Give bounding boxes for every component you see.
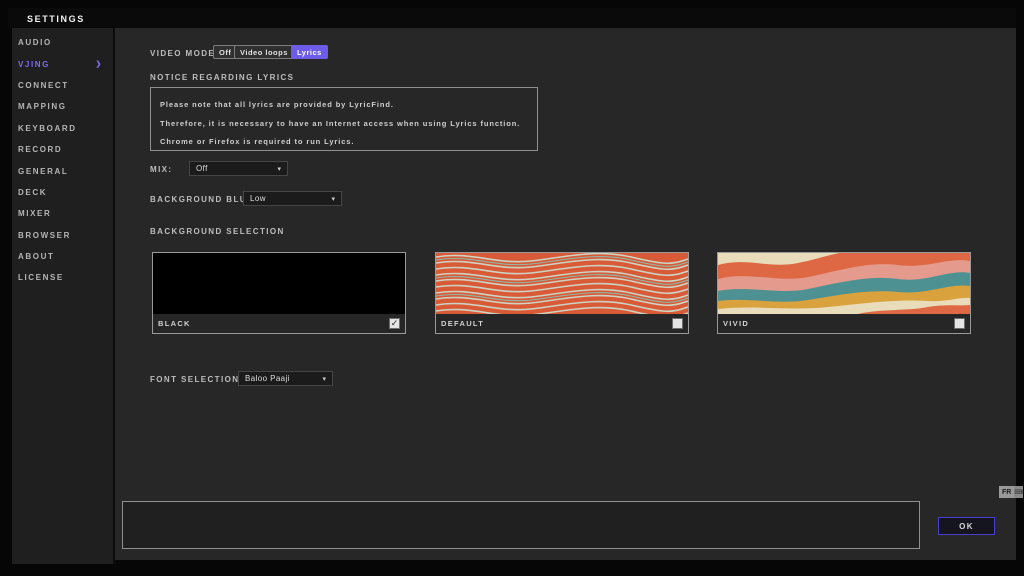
font-selection-value: Baloo Paaji — [245, 374, 290, 383]
background-blur-label: BACKGROUND BLUR — [150, 195, 254, 204]
sidebar-item-vjing[interactable]: VJING ❯ — [12, 53, 113, 74]
sidebar-item-keyboard[interactable]: KEYBOARD — [12, 118, 113, 139]
default-thumbnail-image — [436, 253, 688, 314]
background-option-vivid[interactable]: VIVID — [717, 252, 971, 334]
font-selection-label: FONT SELECTION: — [150, 375, 243, 384]
vivid-thumbnail-image — [718, 253, 970, 314]
sidebar-item-general[interactable]: GENERAL — [12, 160, 113, 181]
background-blur-value: Low — [250, 194, 266, 203]
notice-label: NOTICE REGARDING LYRICS — [150, 73, 294, 82]
default-checkbox[interactable] — [672, 318, 683, 329]
settings-sidebar: AUDIO VJING ❯ CONNECT MAPPING KEYBOARD R… — [12, 28, 115, 564]
video-mode-lyrics-button[interactable]: Lyrics — [291, 45, 328, 59]
language-indicator[interactable]: FR ⌨ — [999, 486, 1023, 498]
ok-button[interactable]: OK — [938, 517, 995, 535]
title-bar: SETTINGS — [8, 8, 1016, 28]
background-option-default[interactable]: DEFAULT — [435, 252, 689, 334]
settings-window: SETTINGS AUDIO VJING ❯ CONNECT MAPPING K… — [0, 0, 1024, 576]
sidebar-item-record[interactable]: RECORD — [12, 139, 113, 160]
window-title: SETTINGS — [27, 14, 85, 24]
chevron-down-icon: ▾ — [277, 165, 281, 173]
chevron-down-icon: ▾ — [331, 195, 335, 203]
black-checkbox[interactable]: ✓ — [389, 318, 400, 329]
black-thumbnail-label: BLACK — [158, 319, 191, 328]
black-thumbnail-image — [153, 253, 405, 314]
sidebar-item-browser[interactable]: BROWSER — [12, 225, 113, 246]
lyrics-notice-box: Please note that all lyrics are provided… — [150, 87, 538, 151]
vivid-thumbnail-label: VIVID — [723, 319, 749, 328]
chevron-down-icon: ▾ — [322, 375, 326, 383]
chevron-right-icon: ❯ — [96, 60, 103, 68]
background-blur-select[interactable]: Low ▾ — [243, 191, 342, 206]
keyboard-icon: ⌨ — [1014, 486, 1023, 498]
background-option-black[interactable]: BLACK ✓ — [152, 252, 406, 334]
sidebar-item-mapping[interactable]: MAPPING — [12, 96, 113, 117]
info-box — [122, 501, 920, 549]
mix-select-value: Off — [196, 164, 208, 173]
background-selection-label: BACKGROUND SELECTION — [150, 227, 285, 236]
sidebar-item-deck[interactable]: DECK — [12, 182, 113, 203]
sidebar-item-license[interactable]: LICENSE — [12, 267, 113, 288]
video-mode-label: VIDEO MODE: — [150, 49, 219, 58]
font-selection-select[interactable]: Baloo Paaji ▾ — [238, 371, 333, 386]
mix-select[interactable]: Off ▾ — [189, 161, 288, 176]
sidebar-item-mixer[interactable]: MIXER — [12, 203, 113, 224]
settings-main-panel: VIDEO MODE: Off Video loops Lyrics NOTIC… — [115, 28, 1016, 560]
notice-line-2: Therefore, it is necessary to have an In… — [160, 115, 528, 134]
mix-label: MIX: — [150, 165, 173, 174]
sidebar-item-audio[interactable]: AUDIO — [12, 32, 113, 53]
language-badge-label: FR — [999, 486, 1014, 498]
sidebar-item-about[interactable]: ABOUT — [12, 246, 113, 267]
notice-line-3: Chrome or Firefox is required to run Lyr… — [160, 133, 528, 152]
vivid-checkbox[interactable] — [954, 318, 965, 329]
default-thumbnail-label: DEFAULT — [441, 319, 484, 328]
video-mode-videoloops-button[interactable]: Video loops — [234, 45, 294, 59]
sidebar-item-connect[interactable]: CONNECT — [12, 75, 113, 96]
notice-line-1: Please note that all lyrics are provided… — [160, 96, 528, 115]
